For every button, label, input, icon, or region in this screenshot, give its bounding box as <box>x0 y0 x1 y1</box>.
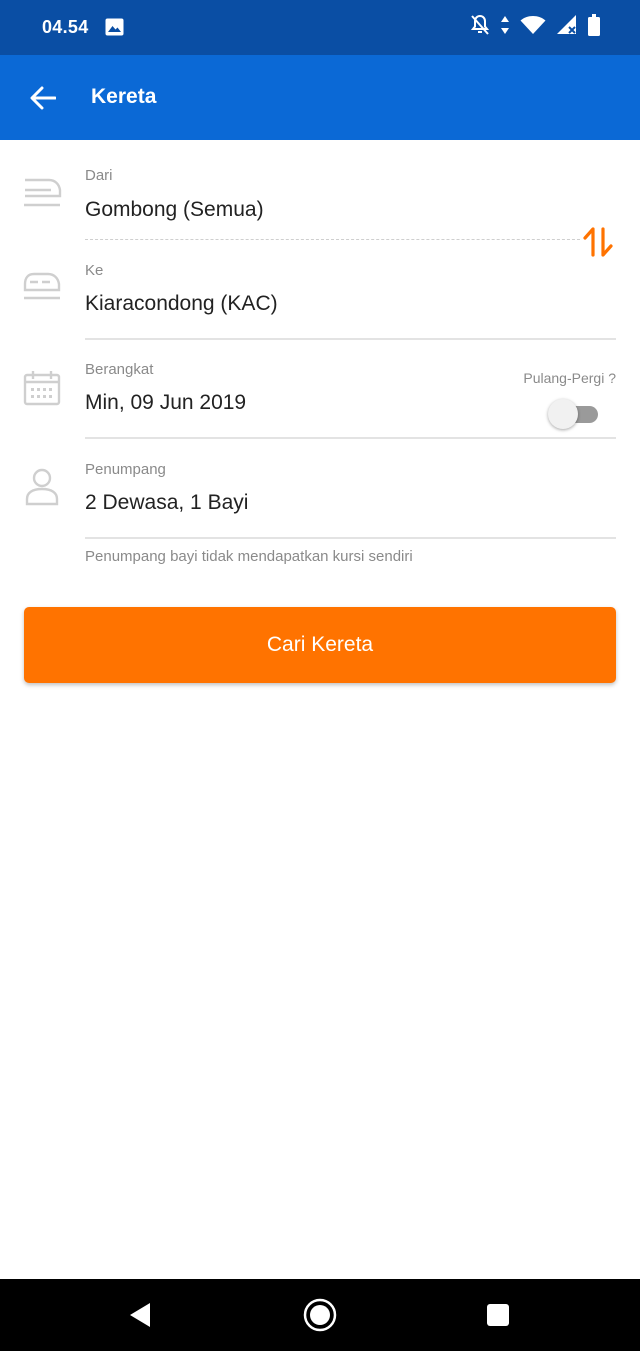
nav-recents-button[interactable] <box>468 1279 528 1351</box>
person-icon <box>25 468 59 506</box>
nav-home-button[interactable] <box>290 1279 350 1351</box>
round-trip-label: Pulang-Pergi ? <box>523 370 616 386</box>
calendar-icon <box>23 371 61 406</box>
passengers-value: 2 Dewasa, 1 Bayi <box>85 491 249 514</box>
from-value: Gombong (Semua) <box>85 198 264 221</box>
image-notification-icon <box>105 18 124 36</box>
from-station-field[interactable]: Dari Gombong (Semua) <box>0 140 640 240</box>
back-arrow-icon <box>30 86 56 110</box>
status-bar: 04.54 <box>0 0 640 55</box>
depart-label: Berangkat <box>85 361 154 378</box>
depart-value: Min, 09 Jun 2019 <box>85 391 247 414</box>
cell-signal-icon <box>557 15 576 34</box>
nav-back-icon <box>130 1303 150 1327</box>
departure-date-field[interactable]: Berangkat Min, 09 Jun 2019 <box>0 340 640 440</box>
from-label: Dari <box>85 167 113 184</box>
back-button[interactable] <box>22 77 64 119</box>
to-station-field[interactable]: Ke Kiaracondong (KAC) <box>0 240 640 340</box>
infant-seat-note: Penumpang bayi tidak mendapatkan kursi s… <box>85 548 413 565</box>
notifications-off-icon <box>470 14 490 35</box>
depart-divider <box>85 437 616 439</box>
to-value: Kiaracondong (KAC) <box>85 292 278 315</box>
round-trip-toggle[interactable] <box>548 398 600 430</box>
to-label: Ke <box>85 262 104 279</box>
search-trains-button[interactable]: Cari Kereta <box>24 607 616 683</box>
page-title: Kereta <box>91 85 157 108</box>
status-icons <box>470 14 600 36</box>
train-icon <box>24 178 62 207</box>
passengers-label: Penumpang <box>85 461 166 478</box>
toggle-knob <box>548 399 578 429</box>
train-icon <box>23 272 61 300</box>
passengers-divider <box>85 537 616 539</box>
system-nav-bar <box>0 1279 640 1351</box>
nav-home-icon <box>303 1298 337 1332</box>
status-time: 04.54 <box>42 17 89 37</box>
app-bar: Kereta <box>0 55 640 140</box>
data-transfer-icon <box>501 16 509 34</box>
wifi-icon <box>520 16 546 34</box>
nav-back-button[interactable] <box>110 1279 170 1351</box>
passengers-field[interactable]: Penumpang 2 Dewasa, 1 Bayi <box>0 440 640 540</box>
battery-icon <box>588 14 600 36</box>
nav-recents-icon <box>487 1304 509 1326</box>
